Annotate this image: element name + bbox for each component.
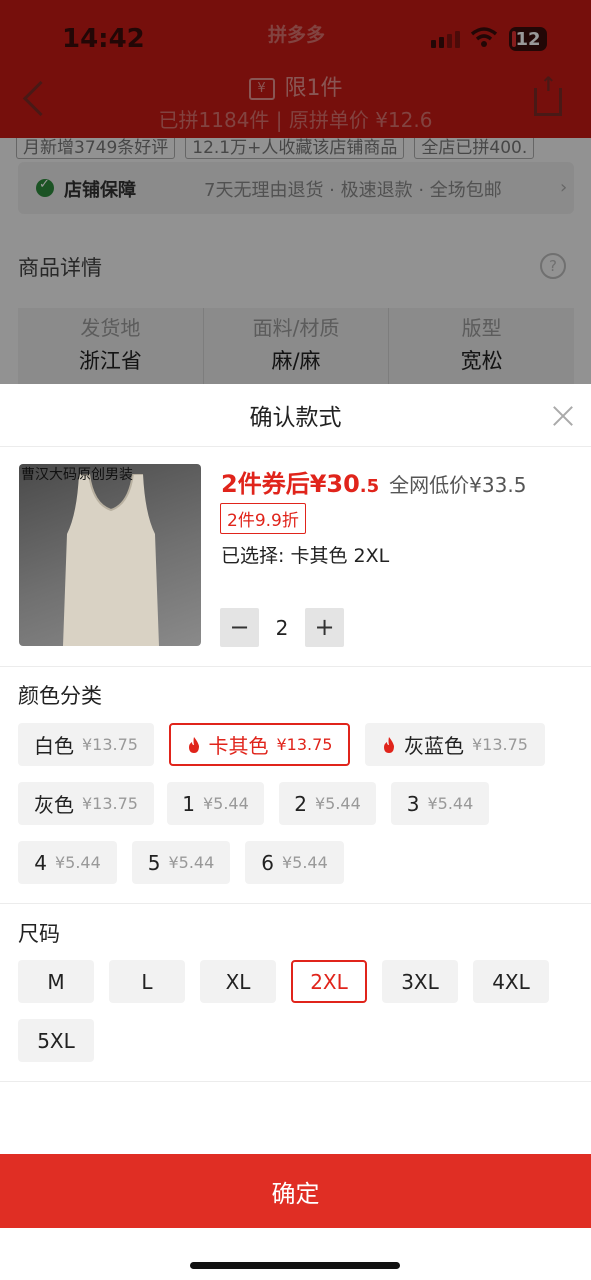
- coupon-price-decimal: .5: [359, 476, 380, 497]
- confirm-button[interactable]: 确定: [0, 1154, 591, 1228]
- color-option-price: ¥5.44: [314, 794, 361, 813]
- close-icon[interactable]: [551, 404, 575, 428]
- size-option[interactable]: M: [18, 960, 94, 1003]
- color-option[interactable]: 4 ¥5.44: [18, 841, 117, 884]
- increment-button[interactable]: +: [305, 608, 344, 647]
- color-option-name: 灰蓝色: [404, 734, 464, 758]
- color-option-price: ¥5.44: [281, 853, 328, 872]
- size-option[interactable]: L: [109, 960, 185, 1003]
- color-option-name: 2: [294, 791, 307, 816]
- color-option-price: ¥13.75: [82, 794, 138, 813]
- quantity-stepper: − 2 +: [220, 608, 344, 647]
- color-option-price: ¥5.44: [54, 853, 101, 872]
- product-image[interactable]: 曹汉大码原创男装: [19, 464, 201, 646]
- size-option[interactable]: 3XL: [382, 960, 458, 1003]
- color-option[interactable]: 白色 ¥13.75: [18, 723, 154, 766]
- color-option-price: ¥5.44: [427, 794, 474, 813]
- coupon-price: 2件券后¥30: [221, 470, 360, 498]
- hot-flame-icon: [384, 736, 394, 753]
- hot-flame-icon: [188, 736, 199, 753]
- size-section-label: 尺码: [18, 922, 60, 946]
- divider: [0, 903, 591, 904]
- color-option-price: ¥13.75: [276, 735, 333, 754]
- color-option-name: 灰色: [34, 793, 74, 817]
- sku-selection-sheet: 确认款式 曹汉大码原创男装 2件券后¥30.5 全网低价¥33.5 2件9.9折 …: [0, 384, 591, 1280]
- divider: [0, 666, 591, 667]
- size-option[interactable]: 5XL: [18, 1019, 94, 1062]
- color-option[interactable]: 2 ¥5.44: [279, 782, 376, 825]
- color-option-name: 6: [261, 850, 274, 875]
- divider: [0, 1081, 591, 1082]
- size-option[interactable]: XL: [200, 960, 276, 1003]
- color-option-price: ¥13.75: [472, 735, 528, 754]
- sheet-title: 确认款式: [249, 405, 342, 431]
- home-indicator: [190, 1262, 400, 1269]
- color-option-name: 白色: [34, 734, 74, 758]
- tank-top-image: [63, 474, 159, 646]
- color-option[interactable]: 灰色 ¥13.75: [18, 782, 154, 825]
- quantity-value[interactable]: 2: [259, 616, 305, 640]
- color-option[interactable]: 1 ¥5.44: [167, 782, 264, 825]
- color-option[interactable]: 5 ¥5.44: [132, 841, 230, 884]
- color-option-name: 5: [147, 850, 161, 875]
- color-option-name: 1: [182, 791, 195, 816]
- size-option[interactable]: 2XL: [291, 960, 367, 1003]
- color-option[interactable]: 灰蓝色 ¥13.75: [365, 723, 545, 766]
- selected-summary: 已选择: 卡其色 2XL: [221, 545, 390, 567]
- color-option-price: ¥5.44: [168, 853, 215, 872]
- discount-badge: 2件9.9折: [220, 503, 306, 534]
- color-option-name: 3: [406, 791, 420, 816]
- color-section-label: 颜色分类: [18, 684, 102, 708]
- size-option[interactable]: 4XL: [473, 960, 549, 1003]
- image-brand-text: 曹汉大码原创男装: [21, 467, 133, 483]
- color-option[interactable]: 3 ¥5.44: [391, 782, 489, 825]
- color-option-name: 4: [34, 850, 47, 875]
- color-option[interactable]: 6 ¥5.44: [245, 841, 344, 884]
- color-option-price: ¥13.75: [82, 735, 138, 754]
- price-line: 2件券后¥30.5 全网低价¥33.5: [221, 464, 526, 499]
- decrement-button[interactable]: −: [220, 608, 259, 647]
- reference-price: 全网低价¥33.5: [389, 473, 527, 497]
- modal-backdrop[interactable]: [0, 0, 591, 384]
- color-option-name: 卡其色: [208, 734, 269, 758]
- color-option-price: ¥5.44: [202, 794, 249, 813]
- color-option[interactable]: 卡其色 ¥13.75: [169, 723, 350, 766]
- divider: [0, 446, 591, 447]
